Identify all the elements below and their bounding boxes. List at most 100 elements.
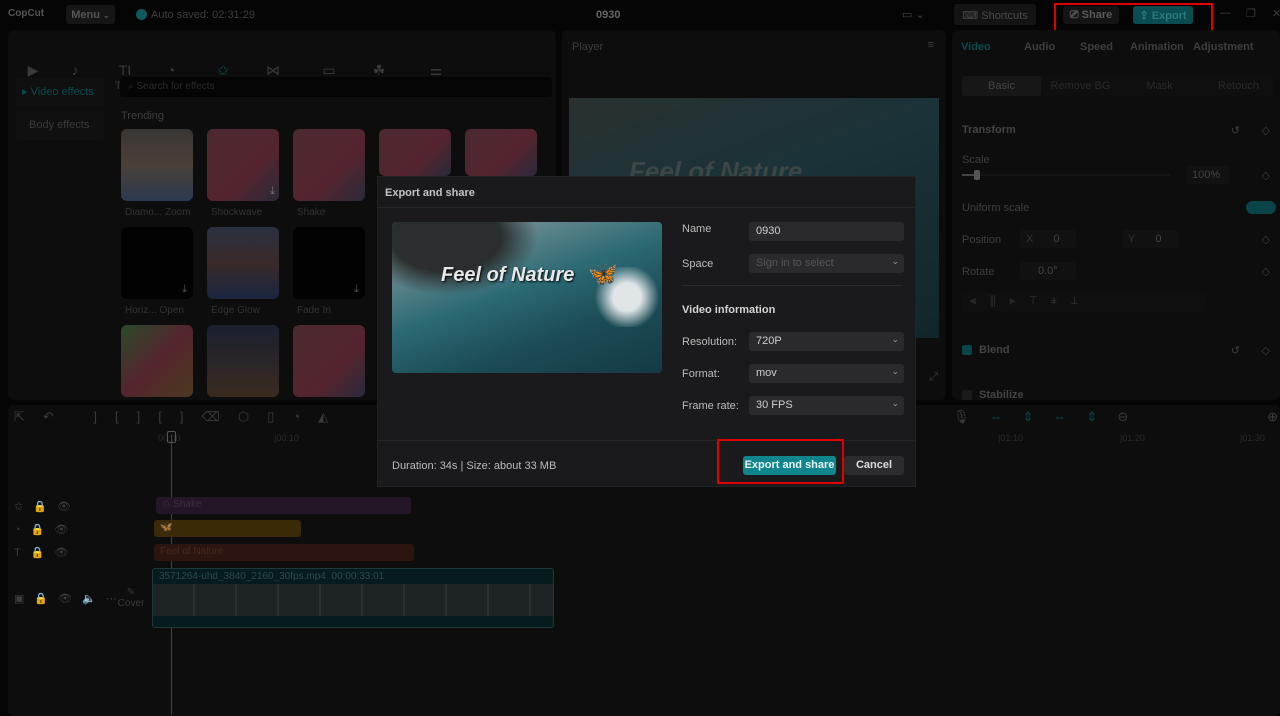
text-clip[interactable]: Feel of Nature [154, 544, 414, 561]
effect-thumbnail[interactable] [465, 129, 537, 176]
effect-thumbnail[interactable]: ⤓ [293, 227, 365, 299]
project-title: 0930 [596, 9, 621, 21]
video-clip-duration: 00:00:33:01 [331, 571, 385, 582]
slider-handle[interactable] [973, 170, 980, 180]
timeline-right-toolbar[interactable]: 🎙⇔⇕⇔⇕⊖ [953, 409, 1148, 425]
stabilize-checkbox[interactable] [962, 390, 972, 400]
cancel-label: Cancel [855, 459, 893, 471]
name-value: 0930 [756, 225, 781, 237]
effect-thumbnail[interactable] [293, 129, 365, 201]
timeline-toolbar[interactable]: ⇱↶ ][][]⌫⬡▯◔◭ [14, 409, 346, 425]
space-label: Space [682, 258, 714, 270]
subtab-basic[interactable]: Basic [962, 80, 1041, 92]
effect-thumbnail[interactable] [293, 325, 365, 397]
keyframe-icon[interactable]: ◇ [1262, 124, 1270, 137]
effect-thumbnail[interactable] [121, 129, 193, 201]
tab-video[interactable]: Video [961, 41, 991, 53]
video-filmstrip [153, 584, 553, 616]
blend-heading: Blend [979, 344, 1010, 356]
uniform-scale-toggle[interactable] [1246, 201, 1276, 214]
sticker-track-controls[interactable]: ◔🔒👁 [14, 523, 78, 536]
app-logo: CopCut [8, 8, 45, 19]
subtab-remove-bg[interactable]: Remove BG [1041, 80, 1120, 92]
close-icon[interactable]: ✕ [1272, 7, 1280, 20]
reset-icon[interactable]: ↺ [1231, 124, 1240, 137]
align-toolbar[interactable]: ⫷⫼⫸⊤⋕⊥ [962, 293, 1205, 311]
zoom-in-icon[interactable]: ⊕ [1267, 409, 1278, 425]
effect-thumbnail[interactable] [207, 325, 279, 397]
keyframe-icon[interactable]: ◇ [1262, 169, 1270, 182]
resolution-label: Resolution: [682, 336, 738, 348]
y-value: 0 [1155, 233, 1162, 245]
name-input[interactable]: 0930 [749, 222, 904, 241]
download-icon[interactable]: ⤓ [182, 283, 187, 296]
name-label: Name [682, 223, 712, 235]
player-title: Player [572, 41, 604, 53]
butterfly-icon: 🦋 [588, 261, 618, 288]
effect-thumbnail[interactable]: ⤓ [207, 129, 279, 201]
zoom-out-icon[interactable]: ⊖ [1117, 409, 1148, 424]
sidebar-item-video-effects[interactable]: ▸ Video effects [16, 78, 104, 106]
keyframe-icon[interactable]: ◇ [1262, 344, 1270, 357]
effect-label: Horiz... Open [125, 305, 184, 316]
cover-label: Cover [117, 598, 145, 609]
framerate-select[interactable]: 30 FPS ⌄ [749, 396, 904, 415]
time-tick: |01:10 [998, 433, 1023, 443]
subtab-retouch[interactable]: Retouch [1199, 80, 1278, 92]
playhead-handle[interactable] [167, 431, 176, 443]
space-select[interactable]: Sign in to select ⌄ [749, 254, 904, 273]
menu-button[interactable]: Menu ⌄ [66, 5, 115, 24]
effect-thumbnail[interactable]: ⤓ [121, 227, 193, 299]
text-track-controls[interactable]: T🔒👁 [14, 546, 78, 559]
tab-adjustment[interactable]: Adjustment [1193, 41, 1254, 53]
fullscreen-icon[interactable]: ⤢ [929, 371, 938, 384]
keyframe-icon[interactable]: ◇ [1262, 265, 1270, 278]
reset-icon[interactable]: ↺ [1231, 344, 1240, 357]
position-y-input[interactable]: Y0 [1122, 230, 1178, 248]
menu-icon[interactable]: ≡ [928, 39, 934, 51]
effect-clip-label: Shake [173, 499, 202, 510]
download-icon[interactable]: ⤓ [270, 185, 275, 198]
rotate-label: Rotate [962, 266, 995, 278]
effect-track-controls[interactable]: ✩🔒👁 [14, 500, 81, 513]
tab-animation[interactable]: Animation [1130, 41, 1184, 53]
blend-checkbox[interactable] [962, 345, 972, 355]
video-track-controls[interactable]: ▣🔒👁🔈⋯ [14, 592, 127, 605]
dialog-title: Export and share [385, 187, 475, 199]
rotate-value: 0.0° [1038, 265, 1058, 277]
tab-audio[interactable]: Audio [1024, 41, 1055, 53]
restore-icon[interactable]: ❐ [1246, 7, 1256, 20]
download-icon[interactable]: ⤓ [354, 283, 359, 296]
resolution-select[interactable]: 720P ⌄ [749, 332, 904, 351]
sidebar-label: Body effects [29, 119, 90, 131]
effect-thumbnail[interactable] [121, 325, 193, 397]
format-select[interactable]: mov ⌄ [749, 364, 904, 383]
scale-input[interactable]: 100% [1186, 166, 1230, 184]
position-x-input[interactable]: X0 [1020, 230, 1076, 248]
cover-button[interactable]: ✎ Cover [116, 582, 146, 618]
scale-slider[interactable] [962, 170, 1170, 180]
video-clip-name: 3571264-uhd_3840_2160_30fps.mp4 [159, 571, 326, 582]
effect-thumbnail[interactable] [379, 129, 451, 176]
sticker-clip[interactable]: 🦋 [154, 520, 301, 537]
time-tick: |01:20 [1120, 433, 1145, 443]
minimize-icon[interactable]: — [1220, 7, 1231, 19]
text-clip-label: Feel of Nature [160, 546, 224, 557]
rotate-input[interactable]: 0.0° [1020, 262, 1076, 280]
chevron-down-icon: ⌄ [891, 366, 899, 376]
sidebar-item-body-effects[interactable]: Body effects [16, 112, 104, 140]
cancel-button[interactable]: Cancel [844, 456, 904, 475]
effect-label: Fade In [297, 305, 331, 316]
shortcuts-button[interactable]: ⌨ Shortcuts [954, 4, 1036, 25]
microphone-icon[interactable]: 🎙 [953, 409, 990, 424]
effect-clip[interactable]: ✩ Shake [156, 497, 411, 514]
effect-thumbnail[interactable] [207, 227, 279, 299]
tab-speed[interactable]: Speed [1080, 41, 1113, 53]
keyframe-icon[interactable]: ◇ [1262, 233, 1270, 246]
layout-icon[interactable]: ▭ ⌄ [902, 8, 925, 21]
export-summary: Duration: 34s | Size: about 33 MB [392, 460, 557, 472]
video-clip[interactable]: 3571264-uhd_3840_2160_30fps.mp4 00:00:33… [152, 568, 554, 628]
search-input[interactable]: ⌕ Search for effects [120, 77, 552, 97]
subtab-mask[interactable]: Mask [1120, 80, 1199, 92]
space-placeholder: Sign in to select [756, 257, 834, 269]
